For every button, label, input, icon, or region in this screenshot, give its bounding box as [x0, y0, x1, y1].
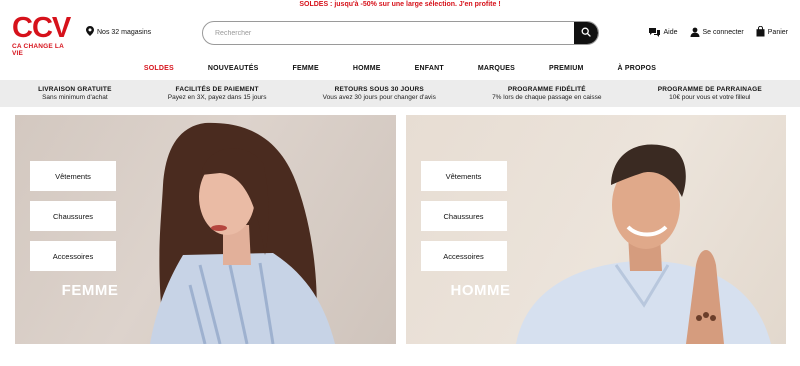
women-banner[interactable]: Vêtements Chaussures Accessoires FEMME [15, 115, 396, 344]
chat-bubbles-icon [648, 27, 661, 39]
search-icon [581, 24, 591, 42]
usp-title: FACILITÉS DE PAIEMENT [175, 86, 259, 93]
site-header: CCV CA CHANGE LA VIE Nos 32 magasins Aid… [0, 10, 800, 58]
help-label: Aide [663, 29, 678, 36]
men-banner-title[interactable]: HOMME [421, 282, 541, 299]
nav-item-a-propos[interactable]: À PROPOS [601, 65, 674, 72]
usp-title: LIVRAISON GRATUITE [38, 86, 112, 93]
user-icon [690, 27, 700, 39]
women-shoes-button[interactable]: Chaussures [30, 201, 116, 231]
logo-tagline: CA CHANGE LA VIE [12, 43, 64, 57]
usp-title: PROGRAMME FIDÉLITÉ [507, 86, 586, 93]
men-accessories-button[interactable]: Accessoires [420, 241, 507, 271]
hero-banners: Vêtements Chaussures Accessoires FEMME V… [15, 115, 786, 344]
nav-item-homme[interactable]: HOMME [336, 65, 398, 72]
main-nav: SOLDES NOUVEAUTÉS FEMME HOMME ENFANT MAR… [0, 56, 800, 80]
women-clothing-button[interactable]: Vêtements [30, 161, 116, 191]
login-label: Se connecter [702, 29, 744, 36]
help-button[interactable]: Aide [648, 26, 678, 39]
location-pin-icon [86, 26, 94, 38]
usp-subtitle: Sans minimum d'achat [42, 94, 108, 101]
search-bar [202, 21, 599, 45]
women-accessories-button[interactable]: Accessoires [30, 241, 116, 271]
men-category-menu: Vêtements Chaussures Accessoires [420, 161, 507, 271]
usp-bar: LIVRAISON GRATUITE Sans minimum d'achat … [0, 80, 800, 107]
search-input[interactable] [203, 22, 574, 44]
nav-item-marques[interactable]: MARQUES [461, 65, 532, 72]
usp-item[interactable]: FACILITÉS DE PAIEMENT Payez en 3X, payez… [168, 86, 267, 101]
nav-item-soldes[interactable]: SOLDES [127, 65, 191, 72]
store-locator-label: Nos 32 magasins [97, 28, 152, 36]
usp-subtitle: 10€ pour vous et votre filleul [669, 94, 751, 101]
usp-subtitle: Payez en 3X, payez dans 15 jours [167, 94, 267, 101]
nav-item-enfant[interactable]: ENFANT [398, 65, 461, 72]
usp-subtitle: Vous avez 30 jours pour changer d'avis [322, 94, 436, 101]
usp-subtitle: 7% lors de chaque passage en caisse [492, 94, 602, 101]
login-button[interactable]: Se connecter [690, 26, 744, 39]
nav-item-nouveautes[interactable]: NOUVEAUTÉS [191, 65, 276, 72]
search-button[interactable] [574, 22, 598, 44]
women-banner-title[interactable]: FEMME [30, 282, 150, 299]
header-actions: Aide Se connecter Panier [648, 25, 788, 39]
usp-title: PROGRAMME DE PARRAINAGE [657, 86, 762, 93]
store-locator-link[interactable]: Nos 32 magasins [86, 26, 151, 38]
men-banner[interactable]: Vêtements Chaussures Accessoires HOMME [405, 115, 786, 344]
women-category-menu: Vêtements Chaussures Accessoires [30, 161, 116, 271]
usp-item[interactable]: RETOURS SOUS 30 JOURS Vous avez 30 jours… [323, 86, 436, 101]
nav-item-premium[interactable]: PREMIUM [532, 65, 600, 72]
usp-item[interactable]: PROGRAMME FIDÉLITÉ 7% lors de chaque pas… [492, 86, 602, 101]
usp-item[interactable]: LIVRAISON GRATUITE Sans minimum d'achat [38, 86, 112, 101]
cart-label: Panier [767, 29, 788, 36]
cart-button[interactable]: Panier [756, 25, 788, 39]
usp-title: RETOURS SOUS 30 JOURS [334, 86, 424, 93]
shopping-bag-icon [756, 25, 765, 39]
promo-banner[interactable]: SOLDES : jusqu'à -50% sur une large séle… [0, 0, 800, 10]
logo[interactable]: CCV CA CHANGE LA VIE [12, 12, 76, 58]
nav-item-femme[interactable]: FEMME [276, 65, 336, 72]
usp-item[interactable]: PROGRAMME DE PARRAINAGE 10€ pour vous et… [658, 86, 762, 101]
men-clothing-button[interactable]: Vêtements [420, 161, 507, 191]
logo-mark: CCV [12, 12, 71, 44]
men-shoes-button[interactable]: Chaussures [420, 201, 507, 231]
